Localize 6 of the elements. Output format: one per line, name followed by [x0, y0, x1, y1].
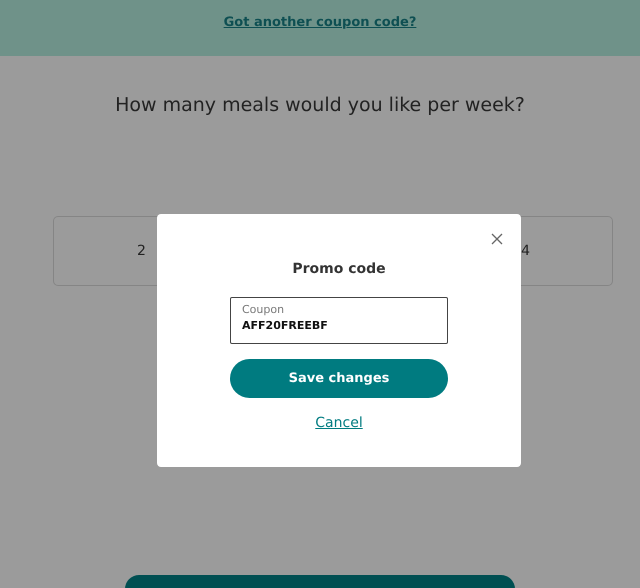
cancel-link[interactable]: Cancel [315, 415, 363, 431]
close-icon[interactable] [491, 233, 503, 245]
question-heading: How many meals would you like per week? [115, 94, 525, 116]
save-button[interactable]: Save changes [230, 359, 448, 398]
coupon-field[interactable]: Coupon AFF20FREEBF [230, 297, 448, 344]
modal-title: Promo code [292, 261, 386, 277]
